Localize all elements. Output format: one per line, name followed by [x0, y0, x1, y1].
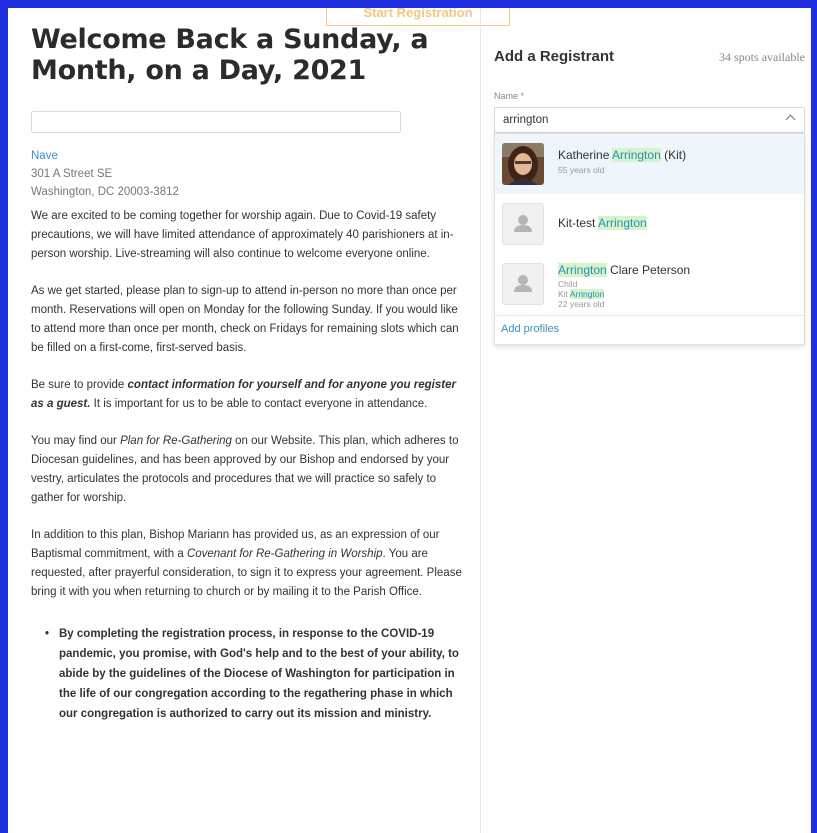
pledge-item: By completing the registration process, …	[45, 624, 466, 724]
paragraph-2: As we get started, please plan to sign-u…	[31, 285, 459, 354]
related-name-part: Kit	[558, 289, 570, 299]
paragraph-3: Be sure to provide contact information f…	[31, 376, 466, 414]
name-highlight: Arrington	[598, 216, 647, 230]
p3-text-a: Be sure to provide	[31, 379, 128, 391]
option-relation: Child	[558, 279, 578, 289]
venue-link[interactable]: Nave	[31, 150, 58, 162]
profile-option-arrington-clare[interactable]: Arrington Clare Peterson Child Kit Arrin…	[495, 254, 804, 314]
profile-option-katherine[interactable]: Katherine Arrington (Kit) 55 years old	[495, 134, 804, 194]
option-text: Arrington Clare Peterson Child Kit Arrin…	[558, 263, 690, 309]
name-highlight: Arrington	[558, 263, 607, 277]
p4-emphasis: Plan for Re-Gathering	[120, 435, 232, 447]
option-name: Arrington Clare Peterson	[558, 263, 690, 277]
chevron-up-icon[interactable]	[785, 114, 796, 125]
registrant-title: Add a Registrant	[494, 48, 615, 65]
name-highlight: Arrington	[612, 148, 661, 162]
add-profiles-link[interactable]: Add profiles	[501, 323, 559, 335]
pledge-list: By completing the registration process, …	[31, 624, 466, 724]
option-name: Katherine Arrington (Kit)	[558, 148, 686, 162]
paragraph-4: You may find our Plan for Re-Gathering o…	[31, 432, 466, 508]
name-search-value: arrington	[503, 114, 549, 126]
paragraph-5: In addition to this plan, Bishop Mariann…	[31, 526, 466, 602]
name-part: (Kit)	[660, 148, 687, 162]
default-avatar-icon	[502, 263, 544, 305]
column-divider	[480, 8, 481, 833]
name-search-input[interactable]: arrington	[494, 107, 805, 133]
option-age: 55 years old	[558, 165, 605, 175]
option-text: Katherine Arrington (Kit) 55 years old	[558, 148, 686, 175]
profile-photo-icon	[502, 143, 544, 185]
related-name-highlight: Arrington	[569, 289, 605, 299]
paragraph-1: We are excited to be coming together for…	[31, 210, 454, 260]
profile-dropdown: Katherine Arrington (Kit) 55 years old K…	[494, 133, 805, 345]
name-part: Katherine	[558, 148, 613, 162]
option-age: 22 years old	[558, 299, 605, 309]
option-related-to: Kit Arrington	[558, 289, 690, 299]
event-date-bar	[31, 111, 401, 133]
dropdown-divider	[495, 315, 804, 316]
event-description: We are excited to be coming together for…	[31, 207, 466, 602]
address-line1: 301 A Street SE	[31, 168, 113, 180]
spots-available: 34 spots available	[719, 50, 805, 64]
registrant-header: Add a Registrant 34 spots available	[494, 48, 805, 65]
venue-block: Nave 301 A Street SE Washington, DC 2000…	[31, 147, 466, 201]
p4-text-a: You may find our	[31, 435, 121, 447]
name-part: Kit-test	[558, 216, 599, 230]
option-text: Kit-test Arrington	[558, 216, 647, 230]
name-part: Clare Peterson	[606, 263, 691, 277]
name-label: Name *	[494, 91, 525, 101]
default-avatar-icon	[502, 203, 544, 245]
option-name: Kit-test Arrington	[558, 216, 647, 230]
p3-text-b: It is important for us to be able to con…	[90, 398, 428, 410]
p5-emphasis: Covenant for Re-Gathering in Worship	[186, 548, 383, 560]
profile-option-kit-test[interactable]: Kit-test Arrington	[495, 194, 804, 254]
address-line2: Washington, DC 20003-3812	[31, 186, 179, 198]
page-frame: Start Registration Welcome Back a Sunday…	[8, 8, 811, 833]
registrant-panel: Add a Registrant 34 spots available Name…	[494, 8, 805, 833]
event-details: Welcome Back a Sunday, a Month, on a Day…	[8, 8, 480, 833]
event-title: Welcome Back a Sunday, a Month, on a Day…	[31, 24, 429, 86]
